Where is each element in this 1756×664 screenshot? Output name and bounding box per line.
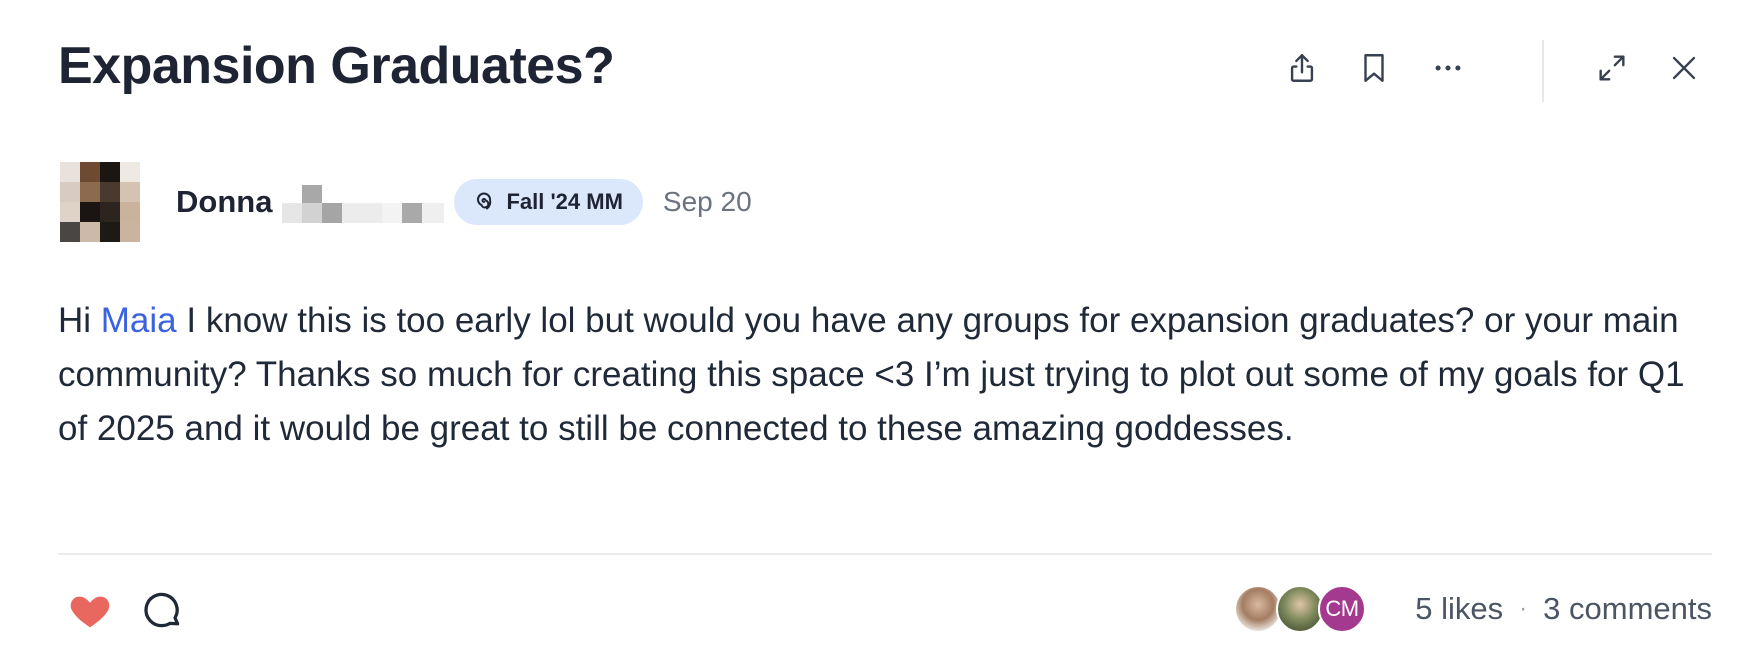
expand-icon[interactable]: [1588, 44, 1636, 92]
author-avatar[interactable]: [60, 162, 140, 242]
member-badge-label: Fall '24 MM: [506, 189, 623, 214]
heart-icon: [70, 596, 110, 628]
toolbar-divider: [1542, 40, 1544, 102]
likers-avatars[interactable]: CM: [1234, 585, 1368, 633]
post-card: Expansion Graduates? Donna Fall '24 MM S…: [0, 0, 1756, 664]
mention-link[interactable]: Maia: [101, 301, 177, 340]
comment-icon: [144, 592, 180, 628]
liker-avatar-initials: CM: [1318, 585, 1366, 633]
author-row: Donna Fall '24 MM Sep 20: [176, 178, 752, 226]
redacted-last-name: [282, 181, 448, 223]
author-name[interactable]: Donna: [176, 184, 272, 220]
divider: [58, 553, 1712, 555]
body-text: I know this is too early lol but would y…: [58, 301, 1685, 448]
member-badge: Fall '24 MM: [454, 179, 643, 225]
like-button[interactable]: [64, 584, 116, 636]
spiral-icon: [477, 192, 492, 210]
bookmark-icon[interactable]: [1350, 44, 1398, 92]
stats-separator: ·: [1519, 595, 1528, 622]
liker-avatar: [1234, 585, 1282, 633]
post-body: Hi Maia I know this is too early lol but…: [58, 294, 1718, 456]
more-options-icon[interactable]: [1424, 44, 1472, 92]
post-title: Expansion Graduates?: [58, 37, 615, 95]
post-stats: 5 likes · 3 comments: [1415, 588, 1712, 630]
liker-avatar: [1276, 585, 1324, 633]
close-icon[interactable]: [1660, 44, 1708, 92]
post-date: Sep 20: [662, 186, 752, 217]
likes-count[interactable]: 5 likes: [1415, 591, 1503, 627]
comment-button[interactable]: [136, 584, 188, 636]
body-greeting: Hi: [58, 301, 101, 340]
share-icon[interactable]: [1278, 44, 1326, 92]
comments-count[interactable]: 3 comments: [1543, 591, 1712, 627]
